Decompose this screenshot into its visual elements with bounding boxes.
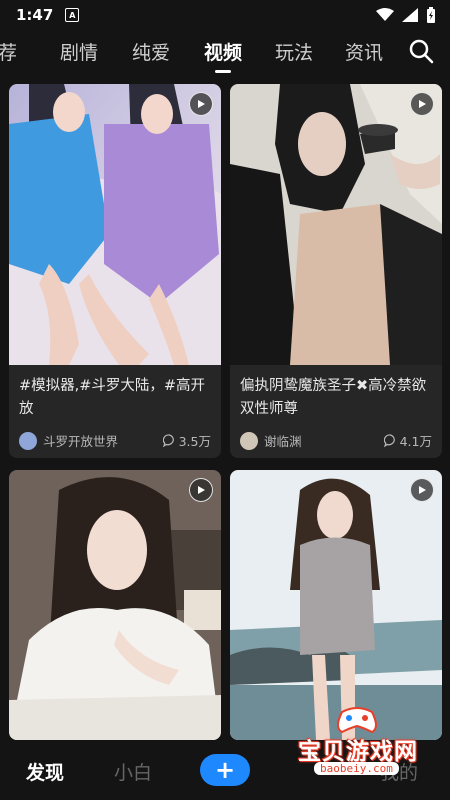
- video-card[interactable]: [9, 470, 221, 740]
- nav-discover[interactable]: 发现: [26, 758, 64, 785]
- view-count: 4.1万: [383, 431, 432, 450]
- status-bar: 1:47 A: [0, 0, 450, 30]
- avatar: [240, 431, 258, 450]
- watermark-url: baobeiy.com: [314, 762, 399, 775]
- add-button[interactable]: +: [200, 754, 250, 786]
- battery-icon: [427, 7, 435, 23]
- tab-bl[interactable]: 纯爱: [132, 38, 170, 65]
- play-icon: [410, 478, 434, 502]
- video-thumbnail[interactable]: [230, 84, 442, 365]
- tab-recommend[interactable]: 荐: [0, 38, 17, 65]
- watermark: 宝贝游戏网 baobeiy.com: [290, 702, 440, 782]
- play-icon: [410, 92, 434, 116]
- tab-story[interactable]: 剧情: [60, 38, 98, 65]
- video-card[interactable]: 偏执阴鸷魔族圣子✖高冷禁欲双性师尊 谢临渊 4.1万: [230, 84, 442, 458]
- thumbnail-art: [9, 84, 221, 365]
- video-thumbnail[interactable]: [230, 470, 442, 740]
- video-title: 偏执阴鸷魔族圣子✖高冷禁欲双性师尊: [240, 378, 427, 417]
- nav-novice[interactable]: 小白: [114, 758, 152, 785]
- comment-icon: [162, 434, 174, 447]
- status-icons: [376, 7, 436, 23]
- thumbnail-art: [230, 470, 442, 740]
- video-meta: 斗罗开放世界 3.5万: [9, 423, 221, 458]
- wifi-icon: [376, 8, 394, 21]
- view-count-value: 4.1万: [399, 434, 432, 449]
- video-thumbnail[interactable]: [9, 84, 221, 365]
- video-thumbnail[interactable]: [9, 470, 221, 740]
- author-name: 谢临渊: [264, 434, 302, 449]
- view-count-value: 3.5万: [178, 434, 211, 449]
- category-tabs: 荐 剧情 纯爱 视频 玩法 资讯: [0, 30, 450, 76]
- status-time: 1:47: [16, 6, 54, 24]
- video-card[interactable]: #模拟器,#斗罗大陆，#高开放 斗罗开放世界 3.5万: [9, 84, 221, 458]
- tab-news[interactable]: 资讯: [345, 38, 383, 65]
- view-count: 3.5万: [162, 431, 211, 450]
- thumbnail-art: [230, 84, 442, 365]
- watermark-text: 宝贝游戏网: [298, 739, 418, 765]
- thumbnail-art: [9, 470, 221, 740]
- search-icon[interactable]: [408, 38, 434, 64]
- video-meta: 谢临渊 4.1万: [230, 423, 442, 458]
- play-icon: [189, 478, 213, 502]
- gamepad-icon: [337, 707, 377, 734]
- signal-icon: [402, 8, 418, 22]
- tab-video[interactable]: 视频: [204, 38, 242, 65]
- avatar: [19, 431, 37, 450]
- plus-icon: +: [214, 756, 236, 784]
- notification-icon: A: [65, 8, 80, 22]
- video-card[interactable]: [230, 470, 442, 740]
- author-name: 斗罗开放世界: [43, 434, 119, 449]
- video-title: #模拟器,#斗罗大陆，#高开放: [19, 378, 206, 417]
- play-icon: [189, 92, 213, 116]
- comment-icon: [383, 434, 395, 447]
- tab-gameplay[interactable]: 玩法: [275, 38, 313, 65]
